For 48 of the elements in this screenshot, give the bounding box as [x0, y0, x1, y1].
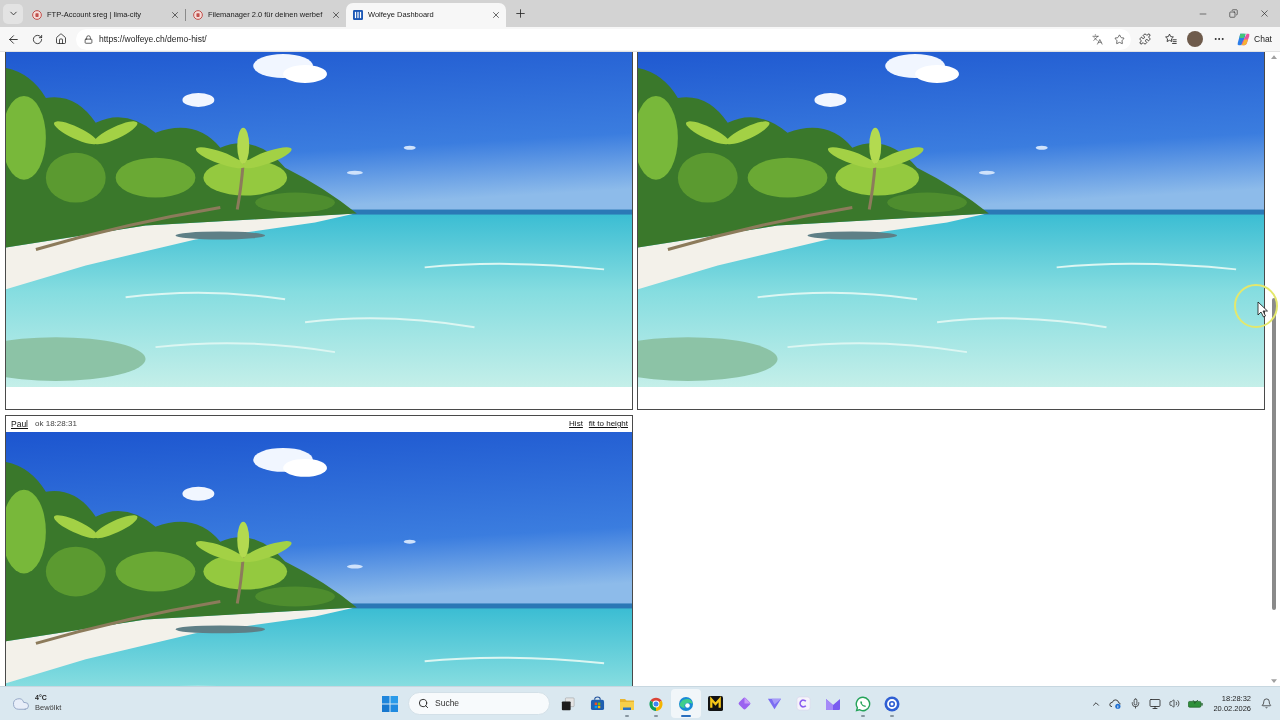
close-icon [1258, 8, 1270, 19]
browser-circle-icon [648, 695, 665, 712]
bars-favicon-icon [353, 10, 363, 20]
store-icon [589, 696, 605, 711]
battery-icon[interactable] [1188, 699, 1204, 708]
reload-icon [31, 33, 43, 45]
search-icon [418, 698, 429, 709]
star-icon [1113, 33, 1125, 45]
chat-button[interactable]: Chat [1235, 29, 1274, 49]
restore-icon [1228, 9, 1238, 18]
header-link[interactable]: Hist [569, 418, 583, 430]
close-icon [330, 10, 341, 20]
bell-icon[interactable] [1261, 698, 1272, 709]
microphone-icon[interactable] [1130, 698, 1142, 709]
close-icon [490, 10, 501, 20]
profile-avatar[interactable] [1187, 31, 1204, 47]
puzzle-icon [1139, 33, 1152, 45]
plus-icon [513, 7, 527, 20]
ring-icon [884, 695, 901, 712]
zigzag-tile-icon [707, 696, 723, 711]
back-arrow-icon [6, 32, 20, 46]
status-text: ok 18:28:31 [35, 418, 77, 430]
home-icon [55, 33, 67, 45]
start-icon [382, 695, 398, 712]
user-link[interactable]: Paul [11, 417, 28, 431]
volume-icon[interactable] [1169, 698, 1181, 709]
network-icon[interactable] [1149, 697, 1162, 710]
search-button[interactable]: Suche [408, 692, 550, 715]
star-list-icon [1165, 33, 1178, 45]
task-view-icon [560, 696, 575, 711]
round-favicon-icon [193, 10, 203, 20]
round-favicon-icon [32, 10, 42, 20]
lock-icon [84, 34, 93, 44]
translate-icon [1091, 33, 1103, 45]
scroll-up-icon[interactable] [1271, 55, 1277, 59]
scrollbar-thumb[interactable] [1272, 298, 1276, 610]
phone-bubble-icon [854, 695, 871, 712]
cloud-badge-icon[interactable] [1109, 698, 1123, 709]
close-icon [169, 10, 180, 20]
scroll-down-icon[interactable] [1271, 679, 1277, 683]
address-field[interactable]: https://wolfeye.ch/demo-hist/ [76, 28, 1132, 50]
browser-wave-icon [677, 695, 694, 712]
triangle-icon [766, 696, 782, 711]
header-link[interactable]: fit to height [588, 418, 628, 430]
chat-logo-icon [1237, 32, 1251, 46]
crescent-app-icon [796, 696, 812, 711]
translate-button[interactable] [1089, 31, 1106, 47]
favorite-button[interactable] [1111, 31, 1128, 47]
